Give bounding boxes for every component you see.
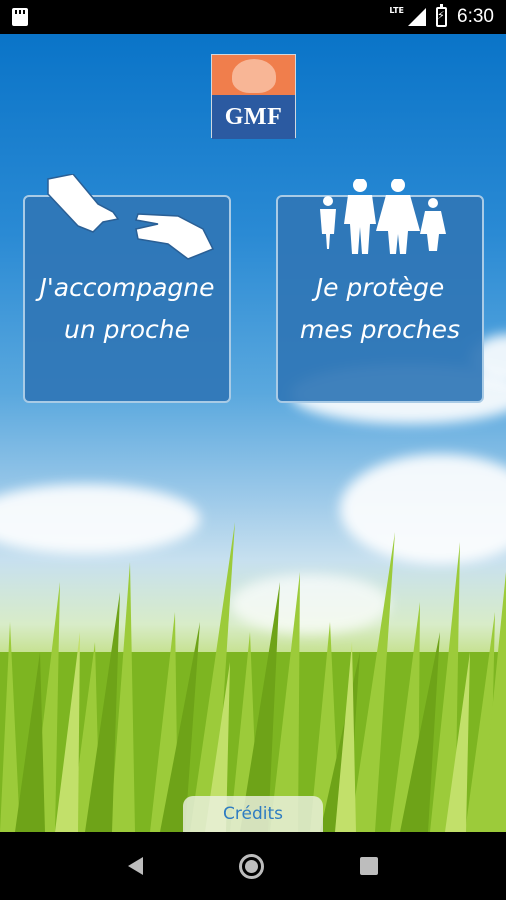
app-screen: GMF J'accompagne un proche Je protège me… bbox=[0, 34, 506, 832]
protect-relatives-label: Je protège mes proches bbox=[299, 273, 461, 344]
back-icon[interactable] bbox=[128, 857, 143, 875]
clock: 6:30 bbox=[457, 6, 494, 27]
home-icon[interactable] bbox=[239, 853, 264, 879]
hands-icon bbox=[47, 174, 215, 260]
credits-button[interactable]: Crédits bbox=[183, 796, 323, 832]
accompany-relative-label: J'accompagne un proche bbox=[39, 273, 215, 344]
family-icon bbox=[320, 179, 446, 254]
sd-card-icon bbox=[12, 8, 28, 26]
signal-icon bbox=[408, 8, 427, 26]
network-type-label: LTE bbox=[389, 6, 405, 15]
logo-emblem bbox=[212, 55, 295, 95]
status-bar: LTE 6:30 bbox=[0, 0, 506, 34]
navigation-bar bbox=[0, 832, 506, 900]
credits-label: Crédits bbox=[223, 804, 283, 824]
recent-apps-icon[interactable] bbox=[360, 857, 378, 875]
gmf-logo: GMF bbox=[211, 54, 296, 139]
battery-charging-icon bbox=[436, 4, 448, 27]
grass-background bbox=[0, 522, 506, 832]
logo-text: GMF bbox=[224, 103, 283, 130]
